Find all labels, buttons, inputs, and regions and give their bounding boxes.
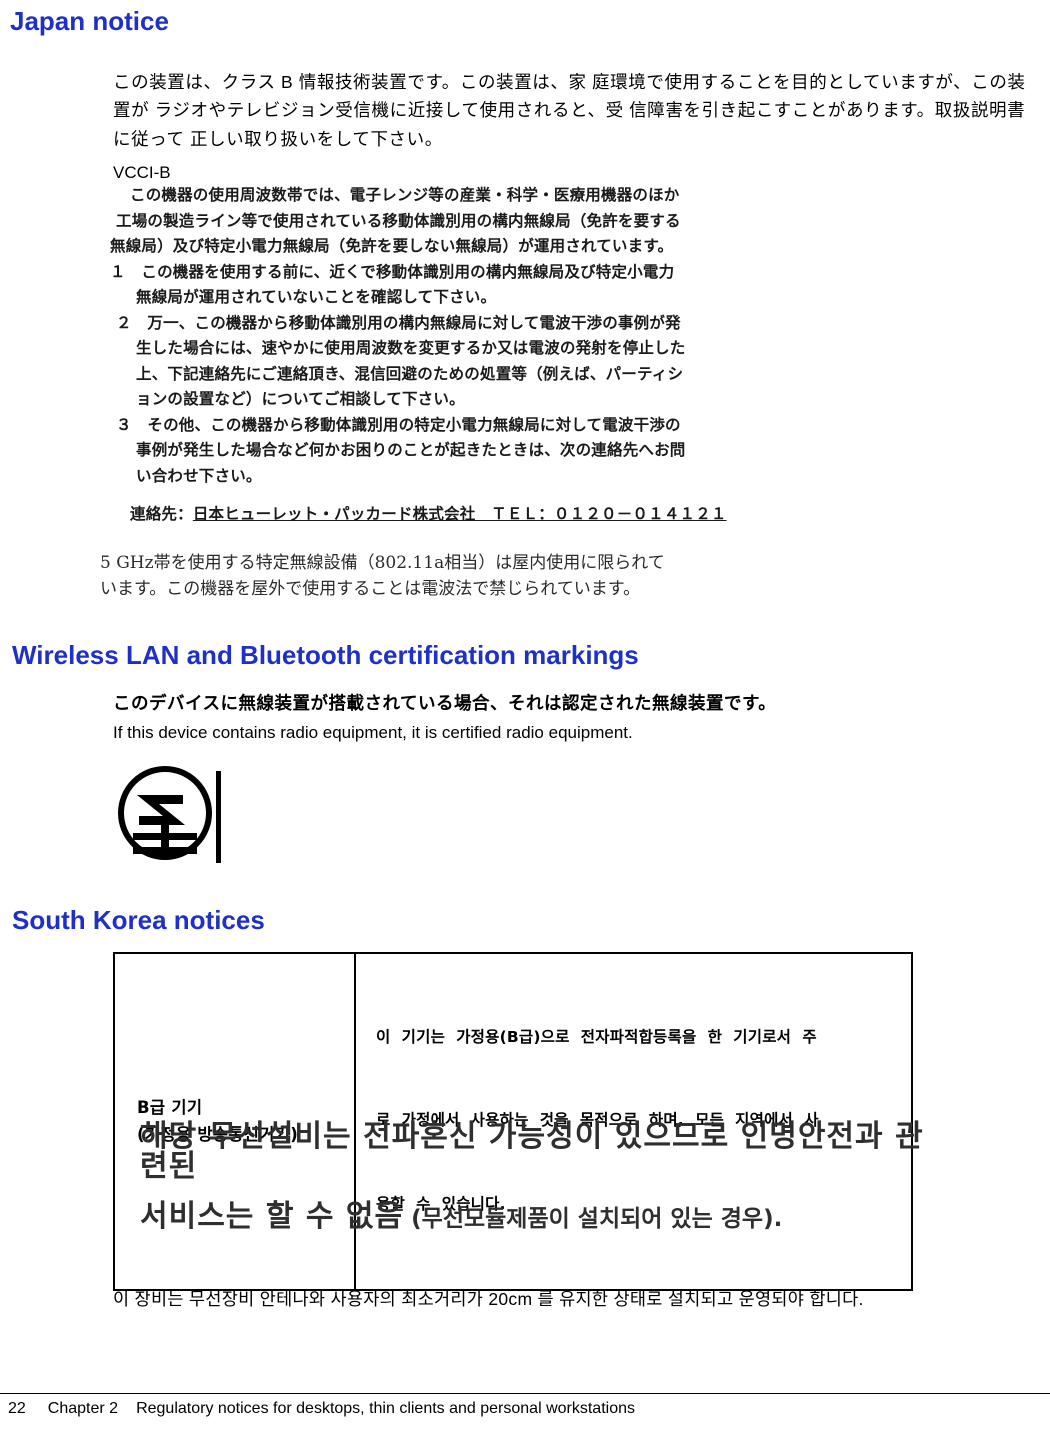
japan-contact-label: 連絡先：: [130, 505, 193, 523]
japan-notice-line: い合わせ下さい。: [136, 466, 262, 485]
japan-notice-line: 無線局）及び特定小電力無線局（免許を要しない無線局）が運用されています。: [110, 237, 674, 255]
footer-divider: [0, 1393, 1050, 1394]
japan-contact-line: 連絡先：日本ヒューレット・パッカード株式会社 ＴＥＬ：０１２０－０１４１２１: [130, 502, 828, 524]
japan-notice-line: この機器の使用周波数帯では、電子レンジ等の産業・科学・医療用機器のほか: [130, 186, 680, 204]
heading-japan-notice: Japan notice: [10, 6, 169, 36]
japan-notice-line: ２ 万一、この機器から移動体識別用の構内無線局に対して電波干渉の事例が発: [116, 313, 681, 332]
japan-5ghz-note: 5 GHz帯を使用する特定無線設備（802.11a相当）は屋内使用に限られて い…: [100, 551, 665, 602]
japan-notice-line: １ この機器を使用する前に、近くで移動体識別用の構内無線局及び特定小電力: [110, 262, 675, 281]
japan-5ghz-note-line1: 5 GHz帯を使用する特定無線設備（802.11a相当）は屋内使用に限られて: [100, 553, 665, 573]
japan-notice-line: 事例が発生した場合など何かお困りのことが起きたときは、次の連絡先へお問: [136, 441, 686, 459]
japan-notice-line: 上、下記連絡先にご連絡頂き、混信回避のための処置等（例えば、パーティシ: [136, 364, 684, 383]
footer-page-number: 22: [8, 1400, 26, 1417]
korea-final-note: 이 장비는 무선장비 안테나와 사용자의 최소거리가 20cm 를 유지한 상태…: [113, 1289, 864, 1309]
page-footer: 22 Chapter 2 Regulatory notices for deskto…: [8, 1400, 635, 1418]
heading-south-korea-notices: South Korea notices: [12, 905, 265, 935]
korea-scanned-notice: 해당 무선설비는 전파혼신 가능성이 있으므로 인명안전과 관련된 서비스는 할…: [140, 1122, 940, 1232]
japan-5ghz-note-line2: います。この機器を屋外で使用することは電波法で禁じられています。: [100, 578, 641, 599]
korea-scanned-line1: 해당 무선설비는 전파혼신 가능성이 있으므로 인명안전과 관련된: [140, 1119, 924, 1184]
wireless-english-text: If this device contains radio equipment,…: [113, 723, 633, 742]
japan-notice-line: ３ その他、この機器から移動体識別用の特定小電力無線局に対して電波干渉の: [116, 415, 681, 434]
wireless-japanese-text: このデバイスに無線装置が搭載されている場合、それは認定された無線装置です。: [113, 693, 777, 713]
document-page: Japan notice この装置は、クラス B 情報技術装置です。この装置は、…: [0, 0, 1050, 1445]
korea-table-left-line1: B급 기기: [137, 1098, 203, 1118]
korea-scanned-line2-main: 서비스는 할 수 없음: [140, 1199, 404, 1234]
heading-wireless-certification: Wireless LAN and Bluetooth certification…: [12, 640, 639, 670]
japan-contact-value: 日本ヒューレット・パッカード株式会社 ＴＥＬ：０１２０－０１４１２１: [192, 505, 727, 523]
footer-chapter-label: Chapter 2: [47, 1400, 119, 1417]
telec-certification-mark-icon: [113, 763, 223, 871]
japan-scanned-notice-block: この機器の使用周波数帯では、電子レンジ等の産業・科学・医療用機器のほか 工場の製…: [108, 186, 828, 524]
vcci-label: VCCI-B: [113, 163, 171, 182]
japan-notice-paragraph: この装置は、クラス B 情報技術装置です。この装置は、家 庭環境で使用することを…: [113, 72, 1026, 149]
korea-scanned-line2: 서비스는 할 수 없음 (무선모듈제품이 설치되어 있는 경우).: [140, 1202, 940, 1232]
japan-notice-line: 生した場合には、速やかに使用周波数を変更するか又は電波の発射を停止した: [136, 339, 686, 357]
japan-notice-line: 無線局が運用されていないことを確認して下さい。: [136, 288, 497, 306]
korea-scanned-line2-suffix: (무선모듈제품이 설치되어 있는 경우).: [403, 1206, 783, 1232]
japan-notice-line: 工場の製造ライン等で使用されている移動体識別用の構内無線局（免許を要する: [116, 211, 681, 230]
japan-notice-line: ョンの設置など）についてご相談して下さい。: [136, 390, 465, 408]
footer-chapter-title: Regulatory notices for desktops, thin cl…: [136, 1400, 635, 1417]
korea-table-right-line1: 이 기기는 가정용(B급)으로 전자파적합등록을 한 기기로서 주: [376, 1027, 817, 1046]
